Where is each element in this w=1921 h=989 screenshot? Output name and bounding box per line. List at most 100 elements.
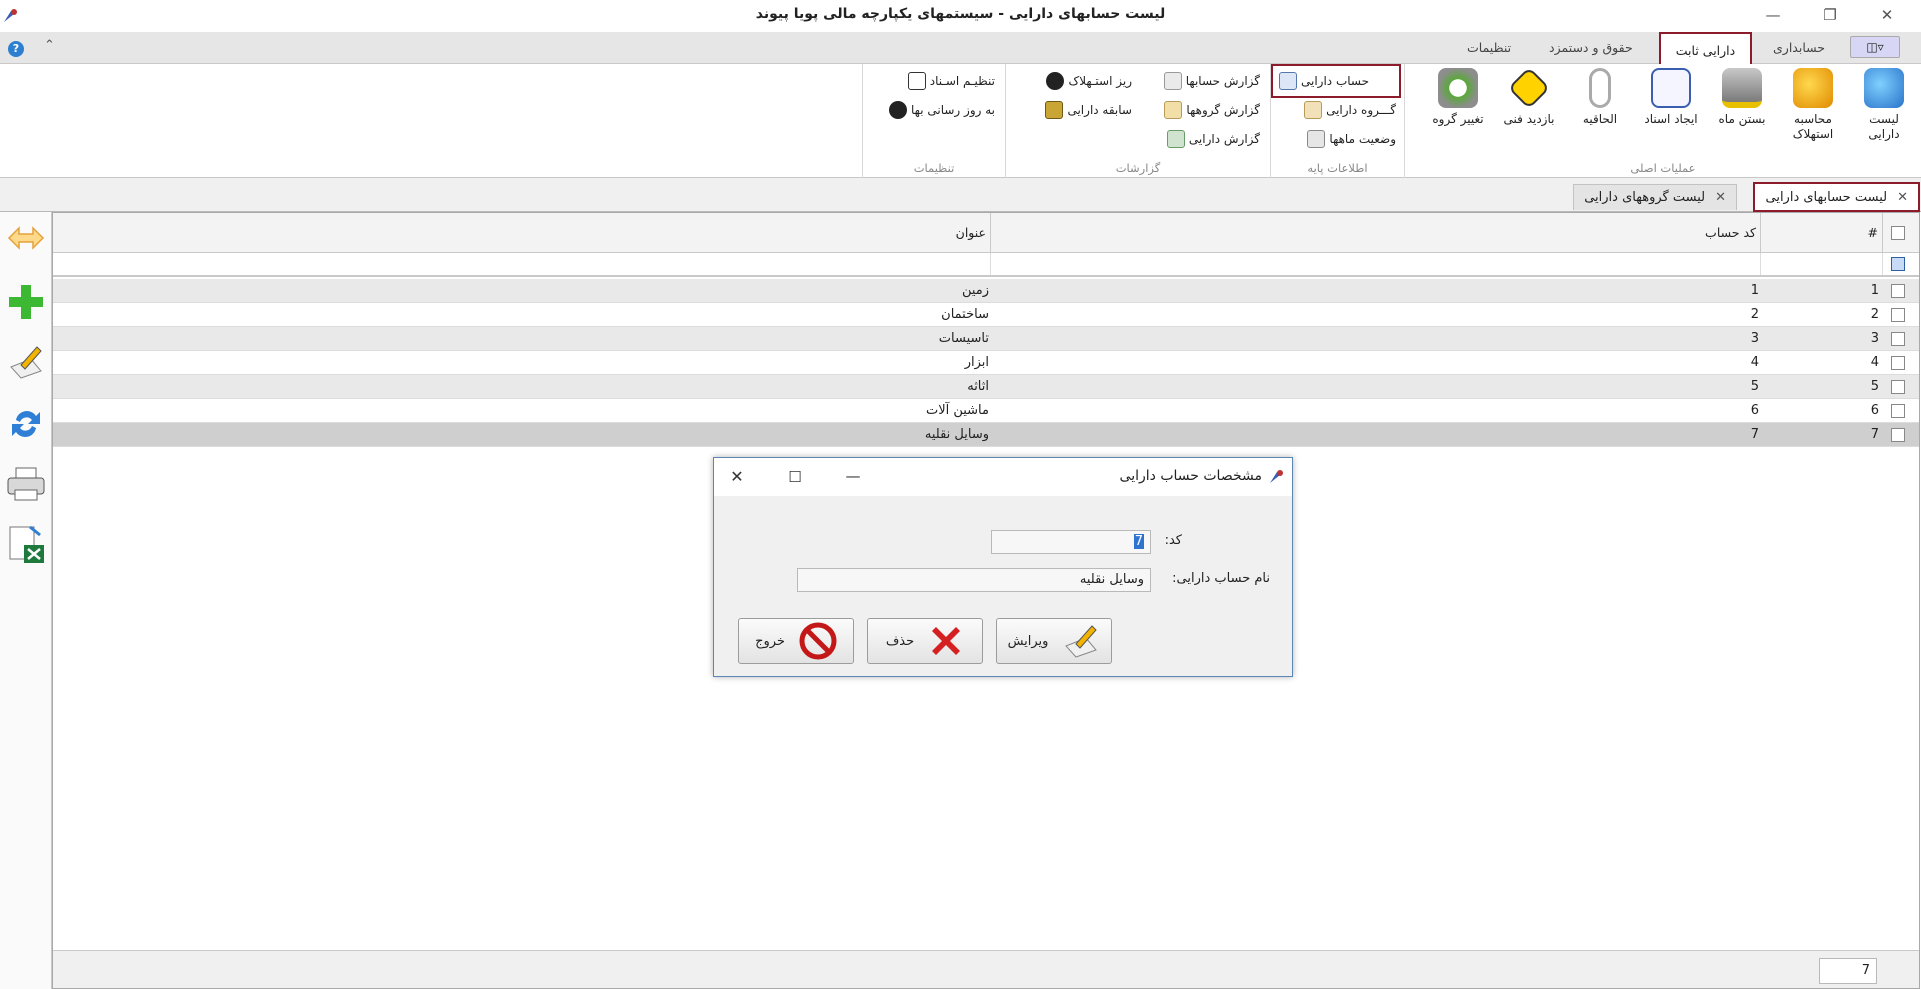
row-checkbox[interactable] xyxy=(1891,308,1905,322)
create-documents-button[interactable]: ایجاد اسناد xyxy=(1639,68,1703,127)
table-row[interactable]: زمین 1 1 xyxy=(53,279,1919,303)
row-checkbox[interactable] xyxy=(1891,356,1905,370)
row-checkbox[interactable] xyxy=(1891,284,1905,298)
header-title-column[interactable]: عنوان xyxy=(53,213,991,253)
asset-account-dialog: مشخصات حساب دارایی ✕ ☐ — کد: 7 نام حساب … xyxy=(713,457,1293,677)
dialog-maximize-button[interactable]: ☐ xyxy=(772,458,818,496)
code-field[interactable]: 7 xyxy=(991,530,1151,554)
filter-icon[interactable] xyxy=(1891,257,1905,271)
swap-direction-button[interactable] xyxy=(4,216,48,260)
accounts-report-button[interactable]: گزارش حسابها xyxy=(1163,70,1260,92)
ribbon-tab-strip: ? ⌃ تنظیمات حقوق و دستمزد حسابداری دارای… xyxy=(0,32,1921,68)
header-num-column[interactable]: # xyxy=(1761,213,1883,253)
tab-tanzimat[interactable]: تنظیمات xyxy=(1457,36,1521,62)
update-prices-button[interactable]: به روز رسانی بها xyxy=(889,99,995,121)
filter-code-input[interactable] xyxy=(991,253,1761,275)
group-main-operations: لیست دارایی محاسبه استهلاک بستن ماه ایجا… xyxy=(1404,64,1921,178)
asset-name-field[interactable]: وسایل نقلیه xyxy=(797,568,1151,592)
table-row-selected[interactable]: وسایل نقلیه 7 7 xyxy=(53,423,1919,447)
row-checkbox[interactable] xyxy=(1891,332,1905,346)
table-row[interactable]: ابزار 4 4 xyxy=(53,351,1919,375)
print-button[interactable] xyxy=(4,462,48,506)
asset-account-button[interactable]: حساب دارایی xyxy=(1271,64,1401,98)
tab-fixed-assets[interactable]: دارایی ثابت xyxy=(1659,32,1752,68)
refresh-button[interactable] xyxy=(4,402,48,446)
grid-footer: 7 xyxy=(53,950,1919,988)
delete-button[interactable]: حذف xyxy=(867,618,983,664)
depreciation-detail-button[interactable]: ریز استـهلاک xyxy=(1046,70,1132,92)
row-count: 7 xyxy=(1819,958,1877,984)
document-icon xyxy=(1651,68,1691,108)
technical-inspection-button[interactable]: بازدید فنی xyxy=(1497,66,1561,127)
settings-doc-icon xyxy=(907,72,926,90)
asset-group-button[interactable]: گـــروه دارایی xyxy=(1304,99,1396,121)
add-button[interactable] xyxy=(4,280,48,324)
ribbon: لیست دارایی محاسبه استهلاک بستن ماه ایجا… xyxy=(0,64,1921,178)
coins-icon xyxy=(1046,72,1065,90)
groups-report-button[interactable]: گزارش گروهها xyxy=(1164,99,1260,121)
collapse-ribbon-icon[interactable]: ⌃ xyxy=(44,38,55,53)
title-bar: لیست حسابهای دارایی - سیستمهای یکپارچه م… xyxy=(0,0,1921,32)
close-tab-icon[interactable]: ✕ xyxy=(1715,190,1726,205)
table-row[interactable]: تاسیسات 3 3 xyxy=(53,327,1919,351)
asset-history-button[interactable]: سابقه دارایی xyxy=(1045,99,1132,121)
filter-row xyxy=(53,253,1919,277)
export-excel-button[interactable] xyxy=(4,522,48,566)
tab-accounting[interactable]: حسابداری xyxy=(1763,36,1835,62)
header-code-column[interactable]: کد حساب xyxy=(991,213,1761,253)
month-status-button[interactable]: وضعیت ماهها xyxy=(1307,128,1396,150)
table-row[interactable]: ساختمان 2 2 xyxy=(53,303,1919,327)
gears-icon xyxy=(1793,68,1833,108)
group-label-main: عملیات اصلی xyxy=(1630,161,1696,175)
dialog-app-icon xyxy=(1268,469,1284,485)
arrows-icon xyxy=(7,226,45,250)
dialog-minimize-button[interactable]: — xyxy=(830,458,876,496)
help-icon[interactable]: ? xyxy=(8,41,24,57)
excel-icon xyxy=(9,525,44,563)
close-button[interactable]: ✕ xyxy=(1864,0,1910,30)
list-icon xyxy=(1864,68,1904,108)
row-checkbox[interactable] xyxy=(1891,428,1905,442)
row-checkbox[interactable] xyxy=(1891,380,1905,394)
edit-dialog-button[interactable]: ویرایش xyxy=(996,618,1112,664)
window-title: لیست حسابهای دارایی - سیستمهای یکپارچه م… xyxy=(755,6,1166,22)
asset-report-button[interactable]: گزارش دارایی xyxy=(1166,128,1260,150)
close-month-button[interactable]: بستن ماه xyxy=(1710,68,1774,127)
report-icon xyxy=(1166,130,1185,148)
document-tabs: لیست حسابهای دارایی ✕ لیست گروههای دارای… xyxy=(0,178,1921,212)
tab-payroll[interactable]: حقوق و دستمزد xyxy=(1539,36,1643,62)
code-label: کد: xyxy=(1164,533,1182,548)
pencil-paper-icon xyxy=(1065,625,1098,658)
select-all-checkbox[interactable] xyxy=(1891,226,1905,240)
calc-depreciation-button[interactable]: محاسبه استهلاک xyxy=(1781,68,1845,142)
filter-num-input[interactable] xyxy=(1761,253,1883,275)
table-row[interactable]: ماشین آلات 6 6 xyxy=(53,399,1919,423)
attachment-button[interactable]: الحاقیه xyxy=(1568,68,1632,127)
minimize-button[interactable]: — xyxy=(1750,0,1796,30)
row-checkbox[interactable] xyxy=(1891,404,1905,418)
left-toolbar xyxy=(0,212,52,989)
table-row[interactable]: اثاثه 5 5 xyxy=(53,375,1919,399)
exit-button[interactable]: خروج xyxy=(738,618,854,664)
calendar-icon xyxy=(1307,130,1326,148)
refresh-gear-icon xyxy=(1438,68,1478,108)
lock-icon xyxy=(1722,68,1762,108)
doc-tab-asset-groups[interactable]: لیست گروههای دارایی ✕ xyxy=(1573,184,1737,210)
asset-list-button[interactable]: لیست دارایی xyxy=(1852,68,1916,142)
filter-title-input[interactable] xyxy=(53,253,991,275)
dialog-title: مشخصات حساب دارایی xyxy=(1119,468,1262,484)
asset-name-label: نام حساب دارایی: xyxy=(1172,571,1270,586)
tools-icon xyxy=(1507,66,1551,110)
close-tab-icon[interactable]: ✕ xyxy=(1897,190,1908,205)
group-settings: تنظیـم اسـناد به روز رسانی بها تنظیمات xyxy=(862,64,1005,178)
layout-toggle-icon[interactable]: ◫▿ xyxy=(1850,36,1900,58)
plus-icon xyxy=(9,285,43,319)
refresh-icon xyxy=(12,411,40,437)
edit-button[interactable] xyxy=(4,340,48,384)
document-settings-button[interactable]: تنظیـم اسـناد xyxy=(907,70,995,92)
report-icon xyxy=(1164,101,1183,119)
change-group-button[interactable]: تغییر گروه xyxy=(1426,68,1490,127)
dialog-close-button[interactable]: ✕ xyxy=(714,458,760,496)
doc-tab-asset-accounts[interactable]: لیست حسابهای دارایی ✕ xyxy=(1753,182,1920,212)
restore-button[interactable]: ❐ xyxy=(1807,0,1853,30)
